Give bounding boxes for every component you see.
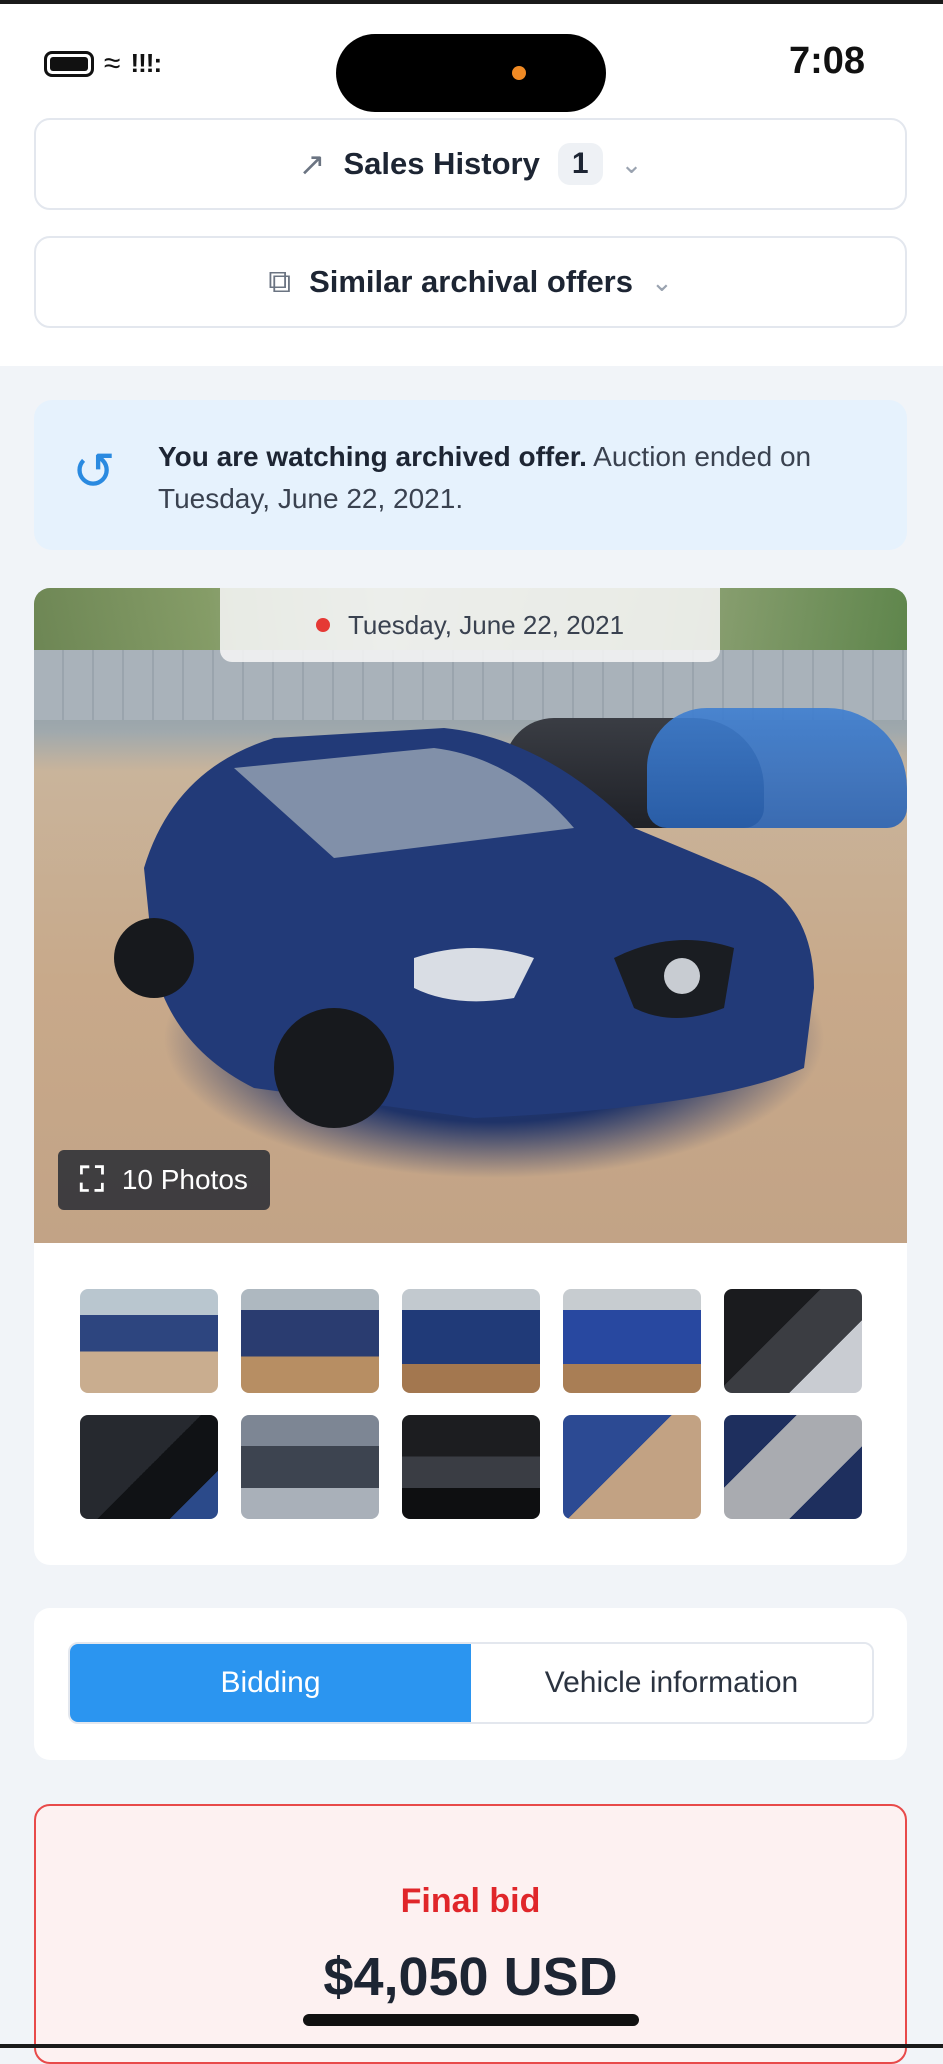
status-time: 7:08	[788, 40, 865, 82]
photo-thumbnail[interactable]	[402, 1415, 540, 1519]
battery-icon	[44, 50, 94, 77]
photos-count-button[interactable]: ⛶ 10 Photos	[58, 1150, 270, 1210]
archived-notice: ↺ You are watching archived offer. Aucti…	[34, 400, 907, 550]
sales-history-count: 1	[557, 143, 603, 185]
dynamic-island	[336, 34, 606, 112]
photo-date: Tuesday, June 22, 2021	[347, 609, 625, 640]
tab-bar: Bidding Vehicle information	[68, 1642, 874, 1724]
tab-vehicle-information[interactable]: Vehicle information	[471, 1644, 872, 1722]
chevron-down-icon: ⌄	[651, 266, 673, 297]
trending-up-icon: ↗	[298, 146, 326, 182]
history-icon: ↺	[72, 443, 116, 501]
home-indicator[interactable]	[303, 2014, 639, 2026]
screen-edge	[0, 2044, 943, 2048]
thumbnail-grid	[80, 1289, 862, 1519]
tab-bidding[interactable]: Bidding	[70, 1644, 471, 1722]
copy-icon: ⧉	[268, 263, 292, 299]
wifi-icon: ≈	[104, 46, 121, 80]
chevron-down-icon: ⌄	[620, 148, 643, 179]
expand-icon: ⛶	[80, 1160, 104, 1199]
thumbnail-card	[34, 1243, 907, 1565]
photo-thumbnail[interactable]	[402, 1289, 540, 1393]
similar-offers-accordion[interactable]: ⧉ Similar archival offers ⌄	[34, 236, 907, 328]
recording-indicator	[512, 66, 526, 80]
status-icons: ≈ !!!:	[44, 46, 162, 80]
accordion-section: ↗ Sales History 1 ⌄ ⧉ Similar archival o…	[0, 114, 943, 366]
photos-count-label: 10 Photos	[121, 1164, 248, 1195]
notice-text: You are watching archived offer. Auction…	[158, 436, 858, 520]
sales-history-accordion[interactable]: ↗ Sales History 1 ⌄	[34, 118, 907, 210]
final-bid-label: Final bid	[400, 1882, 541, 1920]
car-image	[114, 728, 814, 1128]
photo-thumbnail[interactable]	[241, 1289, 379, 1393]
photo-thumbnail[interactable]	[563, 1415, 701, 1519]
photo-thumbnail[interactable]	[80, 1289, 218, 1393]
signal-icon: !!!:	[130, 48, 162, 78]
red-dot-icon	[315, 618, 330, 632]
sales-history-label: Sales History	[343, 146, 540, 181]
status-bar: ≈ !!!: 7:08	[0, 0, 943, 114]
similar-offers-label: Similar archival offers	[309, 264, 633, 299]
tabs-card: Bidding Vehicle information	[34, 1608, 907, 1760]
final-bid-value: $4,050 USD	[323, 1947, 618, 2007]
notice-bold: You are watching archived offer.	[158, 441, 587, 472]
photo-thumbnail[interactable]	[241, 1415, 379, 1519]
photo-thumbnail[interactable]	[563, 1289, 701, 1393]
photo-thumbnail[interactable]	[724, 1415, 862, 1519]
photo-thumbnail[interactable]	[724, 1289, 862, 1393]
photo-date-pill: Tuesday, June 22, 2021	[220, 588, 720, 662]
photo-thumbnail[interactable]	[80, 1415, 218, 1519]
main-photo[interactable]: Tuesday, June 22, 2021 ⛶ 10 Photos	[34, 588, 907, 1243]
